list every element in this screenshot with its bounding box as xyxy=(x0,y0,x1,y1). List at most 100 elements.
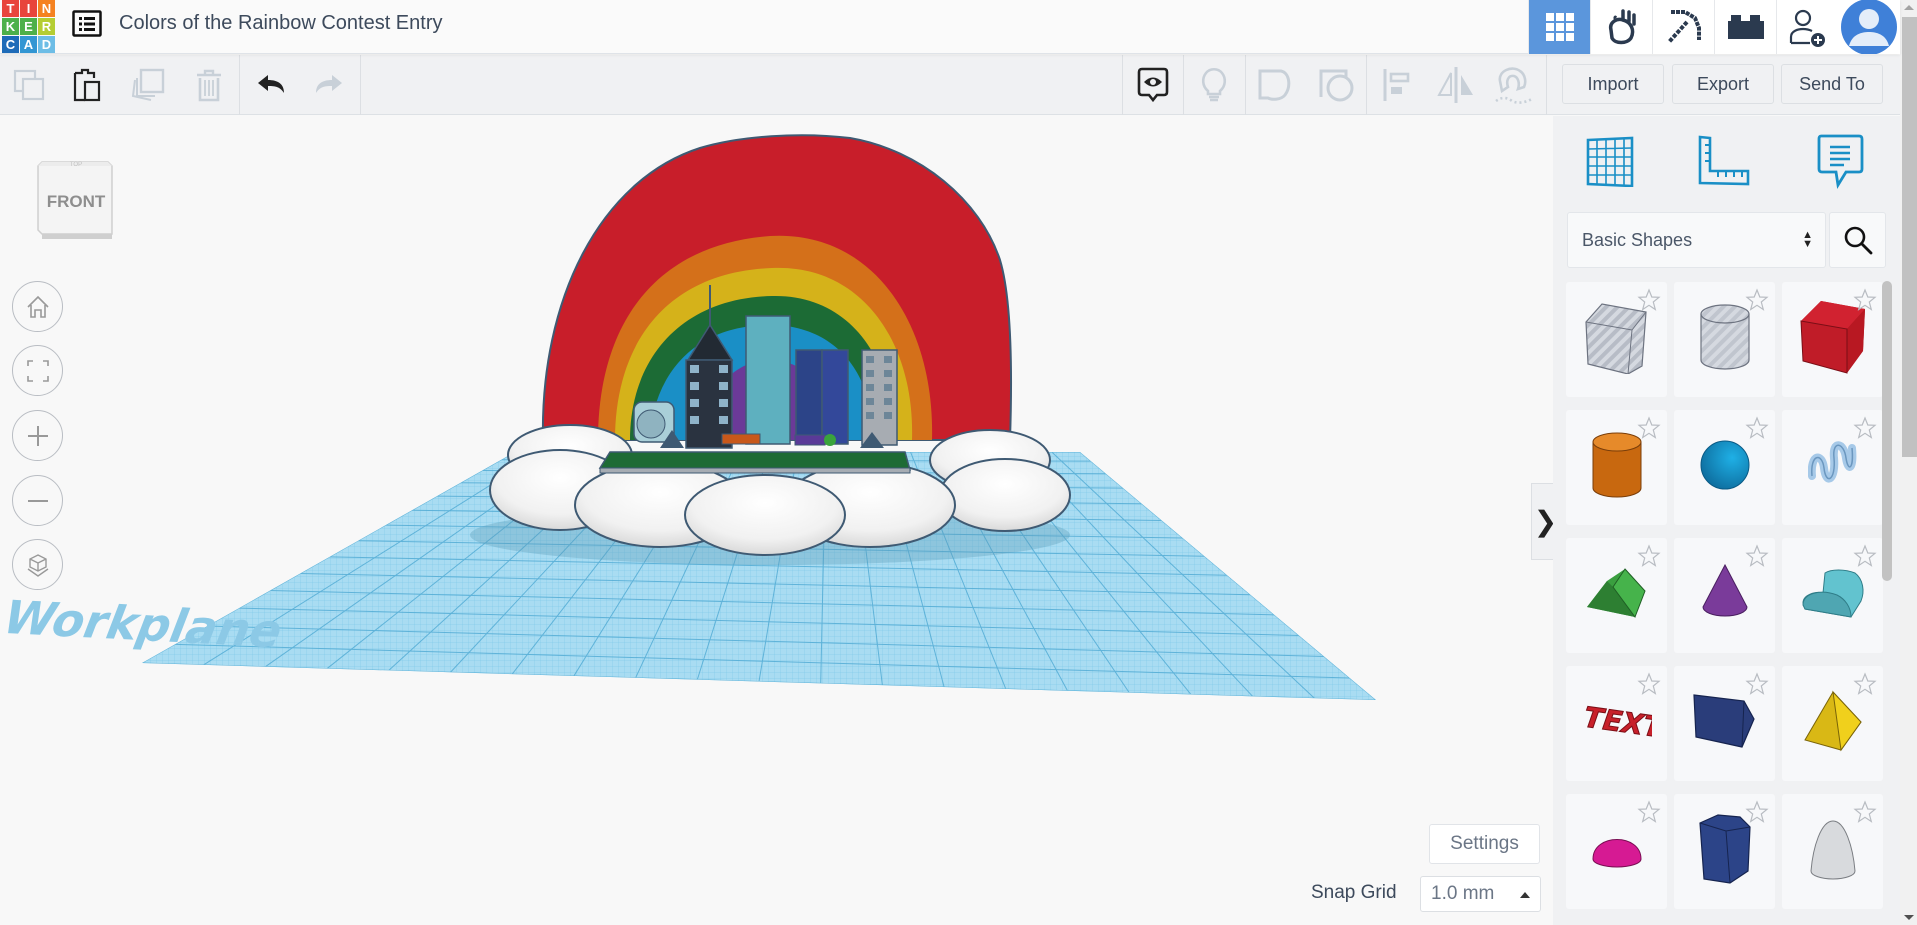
page-scrollbar-thumb[interactable] xyxy=(1902,17,1917,457)
shape-category-value: Basic Shapes xyxy=(1582,229,1693,250)
design-title[interactable]: Colors of the Rainbow Contest Entry xyxy=(119,12,443,35)
redo-button[interactable] xyxy=(309,65,349,105)
zoom-out-button[interactable] xyxy=(12,475,63,526)
shape-search-button[interactable] xyxy=(1829,212,1886,268)
invite-user-button[interactable] xyxy=(1776,0,1838,54)
3d-viewport[interactable]: Workplane TOP FRONT Settings Snap Grid 1… xyxy=(0,116,1553,925)
show-all-button[interactable] xyxy=(1133,65,1173,105)
favorite-star-icon[interactable] xyxy=(1745,288,1769,312)
workplane-grid-icon xyxy=(1586,136,1634,187)
pickaxe-icon xyxy=(1667,10,1701,44)
delete-button[interactable] xyxy=(189,65,229,105)
send-to-button[interactable]: Send To xyxy=(1781,64,1883,104)
favorite-star-icon[interactable] xyxy=(1745,416,1769,440)
duplicate-icon xyxy=(131,68,165,101)
shape-tile-text[interactable]: TEXT xyxy=(1566,666,1667,781)
favorite-star-icon[interactable] xyxy=(1853,800,1877,824)
cone-shape-icon xyxy=(1700,563,1750,628)
favorite-star-icon[interactable] xyxy=(1853,544,1877,568)
toolbar-divider xyxy=(1183,55,1184,115)
collapse-panel-button[interactable]: ❯ xyxy=(1531,483,1553,560)
page-scrollbar[interactable] xyxy=(1900,0,1917,925)
shape-tile-sphere[interactable] xyxy=(1674,410,1775,525)
scroll-up-arrow-icon[interactable] xyxy=(1904,5,1914,10)
notes-button[interactable] xyxy=(1194,65,1234,105)
undo-button[interactable] xyxy=(251,65,291,105)
copy-button[interactable] xyxy=(9,65,49,105)
shape-tile-pyramid[interactable] xyxy=(1782,666,1883,781)
export-button[interactable]: Export xyxy=(1672,64,1774,104)
shape-tile-scribble[interactable] xyxy=(1782,410,1883,525)
shape-category-select[interactable]: Basic Shapes ▲ ▼ xyxy=(1567,212,1826,268)
view-cube[interactable]: TOP FRONT xyxy=(36,156,116,242)
shape-tile-box-hole[interactable] xyxy=(1566,282,1667,397)
shape-tile-cylinder-hole[interactable] xyxy=(1674,282,1775,397)
paste-button[interactable] xyxy=(67,65,107,105)
toolbar-divider xyxy=(1122,55,1123,115)
group-button[interactable] xyxy=(1255,65,1295,105)
shape-tile-roof[interactable] xyxy=(1566,538,1667,653)
logo-letter: A xyxy=(20,36,37,53)
shape-tile-hexagonal-prism[interactable] xyxy=(1674,794,1775,909)
svg-text:TEXT: TEXT xyxy=(1582,701,1652,741)
notes-button[interactable] xyxy=(1810,131,1870,191)
shape-tile-box[interactable] xyxy=(1782,282,1883,397)
shape-tile-polygon-prism[interactable] xyxy=(1674,666,1775,781)
minecraft-button[interactable] xyxy=(1652,0,1714,54)
mirror-button[interactable] xyxy=(1436,65,1476,105)
shape-tile-cone[interactable] xyxy=(1674,538,1775,653)
user-avatar[interactable] xyxy=(1838,0,1900,54)
settings-button[interactable]: Settings xyxy=(1429,824,1540,864)
copy-icon xyxy=(13,69,45,101)
logo-letter: N xyxy=(38,0,55,17)
home-view-button[interactable] xyxy=(12,281,63,332)
design-menu-button[interactable] xyxy=(72,10,102,38)
shape-library: TEXT xyxy=(1566,282,1886,909)
favorite-star-icon[interactable] xyxy=(1853,288,1877,312)
logo-letter: R xyxy=(38,18,55,35)
shape-tile-half-sphere[interactable] xyxy=(1566,794,1667,909)
shape-tile-cylinder[interactable] xyxy=(1566,410,1667,525)
undo-icon xyxy=(258,75,284,93)
lego-bricks-button[interactable] xyxy=(1714,0,1776,54)
favorite-star-icon[interactable] xyxy=(1637,672,1661,696)
favorite-star-icon[interactable] xyxy=(1745,544,1769,568)
toolbar-divider xyxy=(239,55,240,115)
duplicate-button[interactable] xyxy=(128,65,168,105)
favorite-star-icon[interactable] xyxy=(1745,800,1769,824)
shapes-panel-scrollbar[interactable] xyxy=(1882,281,1892,581)
minus-icon xyxy=(27,499,48,502)
toolbar-divider xyxy=(360,55,361,115)
3d-design-button[interactable] xyxy=(1528,0,1590,54)
cruise-button[interactable] xyxy=(1494,65,1534,105)
app-header: TIN KER CAD Colors of the Rainbow Contest … xyxy=(0,0,1900,54)
perspective-toggle-button[interactable] xyxy=(12,539,63,590)
zoom-in-button[interactable] xyxy=(12,410,63,461)
ruler-button[interactable] xyxy=(1694,131,1754,191)
align-button[interactable] xyxy=(1377,65,1417,105)
ungroup-button[interactable] xyxy=(1316,65,1356,105)
grid-icon xyxy=(1545,13,1574,41)
half-sphere-shape-icon xyxy=(1591,829,1643,874)
tinkercad-logo[interactable]: TIN KER CAD xyxy=(2,0,56,53)
scroll-down-arrow-icon[interactable] xyxy=(1904,915,1914,920)
favorite-star-icon[interactable] xyxy=(1853,416,1877,440)
favorite-star-icon[interactable] xyxy=(1637,544,1661,568)
scene-canvas[interactable]: Workplane xyxy=(0,116,1553,925)
snap-grid-select[interactable]: 1.0 mm xyxy=(1420,876,1541,912)
shape-tile-paraboloid[interactable] xyxy=(1782,794,1883,909)
shape-tile-round-roof[interactable] xyxy=(1782,538,1883,653)
notes-bubble-icon xyxy=(1817,134,1864,189)
import-button[interactable]: Import xyxy=(1562,64,1664,104)
favorite-star-icon[interactable] xyxy=(1853,672,1877,696)
favorite-star-icon[interactable] xyxy=(1637,416,1661,440)
fit-all-button[interactable] xyxy=(12,345,63,396)
workplane-button[interactable] xyxy=(1580,131,1640,191)
favorite-star-icon[interactable] xyxy=(1637,288,1661,312)
polygon-prism-shape-icon xyxy=(1692,693,1758,754)
codeblocks-button[interactable] xyxy=(1590,0,1652,54)
logo-letter: D xyxy=(38,36,55,53)
favorite-star-icon[interactable] xyxy=(1637,800,1661,824)
favorite-star-icon[interactable] xyxy=(1745,672,1769,696)
toolbar-divider xyxy=(1366,55,1367,115)
